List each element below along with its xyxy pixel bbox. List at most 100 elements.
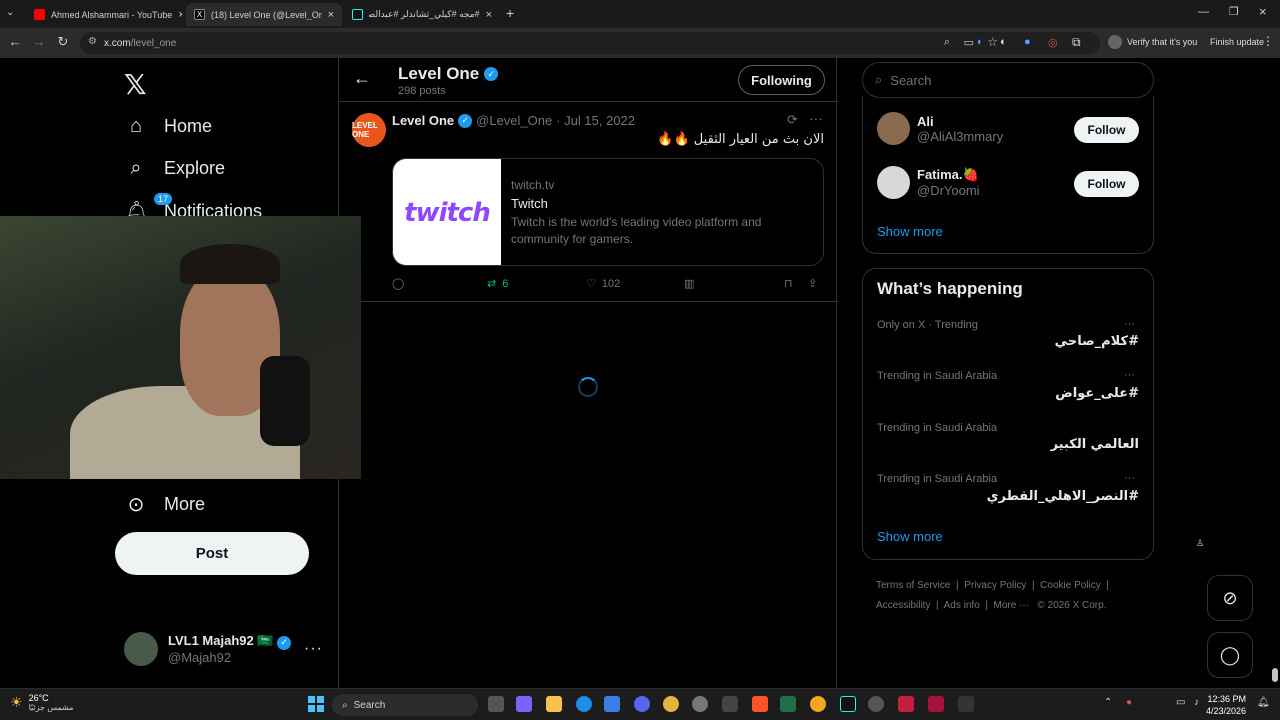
avatar[interactable]: LEVEL ONE: [352, 113, 386, 147]
accessibility-link[interactable]: Accessibility: [876, 600, 930, 611]
extension-icon[interactable]: ◐: [1000, 36, 1007, 48]
app-icon[interactable]: [810, 696, 826, 712]
capcut-icon[interactable]: [958, 696, 974, 712]
nav-more[interactable]: ⊙ More: [124, 492, 205, 517]
reload-icon[interactable]: ↻: [54, 34, 72, 50]
close-icon[interactable]: ×: [178, 9, 182, 21]
tab-tiktok[interactable]: #مجه #كيلي_تشاندلر #عبدالصمد... ×: [344, 3, 500, 26]
app-icon[interactable]: [898, 696, 914, 712]
app-icon[interactable]: [928, 696, 944, 712]
close-icon[interactable]: ×: [486, 9, 492, 21]
extension-icon[interactable]: ●: [1024, 36, 1031, 48]
more-icon[interactable]: ···: [1124, 472, 1135, 484]
cookie-link[interactable]: Cookie Policy: [1040, 580, 1101, 591]
share-button[interactable]: ⇪: [808, 277, 817, 290]
grok-icon[interactable]: ⟳: [787, 112, 798, 128]
reply-button[interactable]: ◯: [392, 277, 404, 290]
store-icon[interactable]: [604, 696, 620, 712]
menu-icon[interactable]: ⋮: [1262, 34, 1274, 48]
nav-home[interactable]: ⌂ Home: [124, 115, 212, 138]
more-icon[interactable]: ···: [1124, 318, 1135, 330]
profile-verify[interactable]: Verify that it's you: [1108, 35, 1197, 49]
minimize-icon[interactable]: —: [1198, 6, 1209, 18]
trend-name[interactable]: #كلام_صاحي: [1055, 334, 1139, 349]
volume-icon[interactable]: ♪: [1194, 697, 1199, 708]
start-icon[interactable]: [308, 696, 324, 712]
retweet-button[interactable]: ⇄ 6: [487, 277, 508, 291]
tweet-handle[interactable]: @Level_One: [476, 113, 552, 128]
following-button[interactable]: Following: [738, 65, 825, 95]
bookmark-button[interactable]: ⊓: [784, 277, 793, 290]
tweet-date[interactable]: · Jul 15, 2022: [556, 113, 635, 128]
mic-icon[interactable]: ●: [1126, 697, 1132, 708]
show-more-link[interactable]: Show more: [877, 224, 943, 239]
search-box[interactable]: ⌕: [862, 62, 1154, 98]
chrome-icon[interactable]: [663, 696, 679, 712]
network-icon[interactable]: ▭: [1176, 697, 1185, 708]
ads-link[interactable]: Ads info: [944, 600, 980, 611]
chevron-up-icon[interactable]: ⌃: [1104, 697, 1112, 708]
tweet[interactable]: LEVEL ONE Level One ✓ @Level_One · Jul 1…: [339, 102, 838, 302]
follow-button[interactable]: Follow: [1074, 171, 1139, 197]
excel-icon[interactable]: [780, 696, 796, 712]
discord-icon[interactable]: [634, 696, 650, 712]
messages-button[interactable]: ◯: [1207, 632, 1253, 678]
views-button[interactable]: ▥: [684, 277, 694, 290]
site-info-icon[interactable]: ⚙: [88, 36, 97, 47]
scrollbar[interactable]: [1270, 58, 1280, 688]
more-icon[interactable]: ···: [809, 110, 823, 126]
follow-button[interactable]: Follow: [1074, 117, 1139, 143]
trend-name[interactable]: #النصر_الاهلي_القطري: [987, 489, 1139, 504]
notification-icon[interactable]: 🔔︎: [1257, 697, 1270, 708]
post-button[interactable]: Post: [115, 532, 309, 575]
close-icon[interactable]: ×: [328, 9, 334, 21]
nav-explore[interactable]: ⌕ Explore: [124, 157, 225, 180]
close-window-icon[interactable]: ×: [1259, 4, 1267, 19]
link-card[interactable]: twitch twitch.tv Twitch Twitch is the wo…: [392, 158, 824, 266]
suggestion-item[interactable]: Ali @AliAl3mmary: [877, 112, 1003, 145]
trend-name[interactable]: العالمي الكبير: [1051, 437, 1139, 452]
address-bar[interactable]: ⚙ x.com/level_one ⌕ ▭ ☆: [80, 32, 1100, 54]
more-icon[interactable]: ···: [1124, 369, 1135, 381]
edge-icon[interactable]: [576, 696, 592, 712]
tab-search-icon[interactable]: ⌄: [6, 7, 14, 18]
tab-youtube[interactable]: Ahmed Alshammari - YouTube ×: [26, 3, 182, 26]
app-icon[interactable]: [868, 696, 884, 712]
show-more-link[interactable]: Show more: [877, 529, 943, 544]
clock[interactable]: 12:36 PM 4/23/2026: [1206, 693, 1246, 717]
grok-button[interactable]: ⊘: [1207, 575, 1253, 621]
taskbar-search[interactable]: ⌕ Search: [332, 694, 478, 716]
app-icon[interactable]: [722, 696, 738, 712]
search-input[interactable]: [890, 72, 1131, 88]
scrollbar-thumb[interactable]: [1272, 668, 1278, 682]
like-button[interactable]: ♡ 102: [586, 277, 620, 291]
file-explorer-icon[interactable]: [546, 696, 562, 712]
copilot-icon[interactable]: [516, 696, 532, 712]
zoom-icon[interactable]: ⌕: [944, 36, 950, 49]
back-icon[interactable]: ←: [6, 34, 24, 49]
tweet-author[interactable]: Level One: [392, 113, 454, 128]
brave-icon[interactable]: [752, 696, 768, 712]
app-icon[interactable]: [692, 696, 708, 712]
trend-name[interactable]: #على_عواض: [1055, 386, 1139, 401]
suggestion-item[interactable]: Fatima.🍓 @DrYoomi: [877, 166, 980, 199]
x-logo-icon[interactable]: 𝕏: [124, 68, 147, 101]
new-tab-button[interactable]: +: [506, 5, 514, 21]
puzzle-icon[interactable]: ⧉: [1072, 35, 1081, 50]
tab-x[interactable]: X (18) Level One (@Level_One) / X ×: [186, 3, 342, 26]
back-arrow-icon[interactable]: ←: [353, 68, 371, 89]
bookmark-star-icon[interactable]: ☆: [987, 35, 998, 49]
account-switcher[interactable]: LVL1 Majah92 🇸🇦 ✓ @Majah92: [124, 632, 292, 666]
weather-widget[interactable]: ☀ 26°C مشمس جزئيًا: [10, 693, 73, 712]
extension-icon[interactable]: ◎: [1048, 36, 1058, 49]
privacy-link[interactable]: Privacy Policy: [964, 580, 1026, 591]
terms-link[interactable]: Terms of Service: [876, 580, 950, 591]
forward-icon[interactable]: →: [30, 34, 48, 49]
task-view-icon[interactable]: [488, 696, 504, 712]
extension-icon[interactable]: ◗: [976, 36, 983, 48]
restore-icon[interactable]: ❐: [1229, 5, 1239, 18]
account-more-icon[interactable]: ···: [304, 640, 323, 658]
tiktok-icon[interactable]: [840, 696, 856, 712]
more-link[interactable]: More ···: [994, 600, 1030, 611]
cast-icon[interactable]: ▭: [964, 36, 974, 49]
